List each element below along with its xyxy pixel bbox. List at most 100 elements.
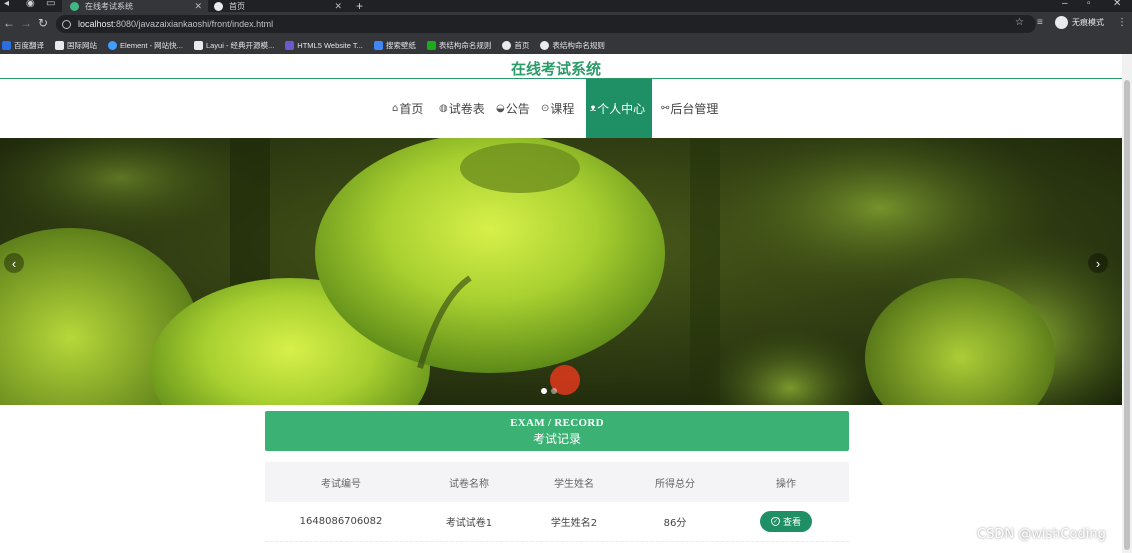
cell-action: ✓ 查看 bbox=[723, 511, 849, 532]
nav-item-notices[interactable]: ◒ 公告 bbox=[496, 79, 530, 138]
page-viewport: 在线考试系统 ⌂ 首页 ◍ 试卷表 ◒ 公告 ⊙ 课程 ᴥ 个人中心 ⚯ 后台管… bbox=[0, 54, 1132, 553]
cell-student-name: 学生姓名2 bbox=[550, 518, 598, 529]
globe-icon bbox=[214, 1, 223, 11]
bookmark-item[interactable]: 表结构命名规则 bbox=[540, 40, 605, 51]
nav-item-profile[interactable]: ᴥ 个人中心 bbox=[586, 79, 652, 138]
nav-label: 课程 bbox=[550, 102, 575, 116]
nav-label: 公告 bbox=[505, 102, 530, 116]
minimize-icon[interactable]: – bbox=[1062, 0, 1068, 9]
url-host: localhost bbox=[78, 19, 114, 29]
link-icon: ⚯ bbox=[661, 103, 670, 114]
bookmark-label: 表结构命名规则 bbox=[552, 40, 605, 50]
element-icon bbox=[108, 40, 117, 50]
bookmark-item[interactable]: 国际网站 bbox=[55, 40, 97, 51]
view-button[interactable]: ✓ 查看 bbox=[760, 511, 812, 532]
bookmark-label: 表结构命名规则 bbox=[438, 40, 492, 50]
page-scrollbar[interactable] bbox=[1122, 54, 1132, 553]
reload-icon[interactable]: ↻ bbox=[38, 16, 48, 30]
user-icon: ᴥ bbox=[590, 103, 597, 114]
bookmark-label: 首页 bbox=[514, 40, 530, 50]
bookmark-label: Layui - 经典开源模... bbox=[205, 40, 275, 50]
html5-icon bbox=[285, 40, 295, 50]
nav-item-courses[interactable]: ⊙ 课程 bbox=[541, 79, 574, 138]
translate-icon bbox=[2, 40, 11, 50]
incognito-badge[interactable]: 无痕模式 bbox=[1055, 16, 1104, 29]
bookmark-star-icon[interactable]: ☆ bbox=[1015, 17, 1024, 28]
bookmark-item[interactable]: Element - 网站快... bbox=[108, 40, 183, 51]
close-icon[interactable]: ✕ bbox=[334, 1, 342, 12]
section-header: EXAM / RECORD 考试记录 bbox=[265, 411, 849, 451]
bookmark-item[interactable]: Layui - 经典开源模... bbox=[193, 40, 275, 51]
column-header: 所得总分 bbox=[655, 478, 695, 490]
tab-title: 首页 bbox=[229, 1, 245, 11]
bookmark-label: 百度翻译 bbox=[14, 40, 44, 50]
info-icon[interactable] bbox=[62, 19, 71, 29]
cell-paper-name: 考试试卷1 bbox=[445, 518, 493, 529]
bookmark-label: Element - 网站快... bbox=[120, 40, 183, 50]
bookmark-item[interactable]: 表结构命名规则 bbox=[426, 40, 492, 51]
nav-item-home[interactable]: ⌂ 首页 bbox=[392, 79, 423, 138]
layui-icon bbox=[193, 40, 203, 50]
close-icon[interactable]: ✕ bbox=[194, 1, 202, 12]
bookmark-label: 搜索壁纸 bbox=[385, 40, 416, 50]
bookmark-item[interactable]: 首页 bbox=[502, 40, 529, 51]
globe-icon bbox=[540, 40, 550, 50]
back-icon[interactable]: ← bbox=[3, 16, 15, 30]
cell-score: 86分 bbox=[663, 518, 687, 529]
forward-icon[interactable]: → bbox=[20, 16, 32, 30]
column-header: 操作 bbox=[776, 478, 796, 490]
notice-icon: ◒ bbox=[496, 103, 505, 114]
nav-label: 首页 bbox=[399, 102, 424, 116]
bookmark-item[interactable]: 搜索壁纸 bbox=[373, 40, 416, 51]
csdn-watermark: CSDN @wishCoding bbox=[977, 527, 1106, 542]
nav-item-admin[interactable]: ⚯ 后台管理 bbox=[661, 79, 718, 138]
carousel-indicators bbox=[541, 388, 561, 394]
tab-exam-system[interactable]: 在线考试系统 ✕ bbox=[62, 0, 208, 12]
wallpaper-icon bbox=[373, 40, 383, 50]
tab-title: 在线考试系统 bbox=[85, 1, 133, 11]
maximize-icon[interactable]: ▫ bbox=[1087, 0, 1091, 9]
banner-carousel[interactable]: ‹ › bbox=[0, 138, 1122, 405]
more-menu-icon[interactable]: ⋮ bbox=[1117, 17, 1127, 28]
table-row: 1648086706082 考试试卷1 学生姓名2 86分 ✓ 查看 bbox=[265, 502, 849, 542]
bookmark-item[interactable]: 百度翻译 bbox=[2, 40, 44, 51]
tab-menu-icon[interactable]: ◂ bbox=[4, 0, 9, 9]
bookmark-label: HTML5 Website T... bbox=[297, 40, 363, 50]
carousel-dot[interactable] bbox=[551, 388, 557, 394]
tab-home[interactable]: 首页 ✕ bbox=[208, 0, 348, 12]
globe-icon bbox=[502, 40, 512, 50]
reading-list-icon[interactable]: ≡ bbox=[1037, 17, 1043, 28]
window-icon[interactable]: ▭ bbox=[46, 0, 55, 9]
bookmark-item[interactable]: HTML5 Website T... bbox=[285, 40, 363, 50]
carousel-prev-button[interactable]: ‹ bbox=[4, 253, 24, 273]
view-button-label: 查看 bbox=[782, 518, 801, 528]
nav-label: 个人中心 bbox=[597, 102, 646, 116]
shield-check-icon: ✓ bbox=[770, 517, 780, 526]
window-close-icon[interactable]: ✕ bbox=[1113, 0, 1121, 9]
home-icon: ⌂ bbox=[392, 103, 399, 114]
incognito-icon bbox=[1055, 16, 1068, 29]
section-title-cn: 考试记录 bbox=[532, 432, 581, 446]
site-title: 在线考试系统 bbox=[510, 60, 601, 78]
paper-icon: ◍ bbox=[439, 103, 448, 114]
table-header-row: 考试编号 试卷名称 学生姓名 所得总分 操作 bbox=[265, 462, 849, 502]
nav-item-papers[interactable]: ◍ 试卷表 bbox=[439, 79, 485, 138]
carousel-dot[interactable] bbox=[541, 388, 547, 394]
nav-label: 试卷表 bbox=[448, 102, 485, 116]
carousel-next-button[interactable]: › bbox=[1088, 253, 1108, 273]
scrollbar-thumb[interactable] bbox=[1124, 80, 1130, 550]
main-nav: ⌂ 首页 ◍ 试卷表 ◒ 公告 ⊙ 课程 ᴥ 个人中心 ⚯ 后台管理 bbox=[0, 79, 1122, 138]
section-title-en: EXAM / RECORD bbox=[510, 417, 604, 429]
cell-exam-id: 1648086706082 bbox=[299, 516, 383, 527]
nav-label: 后台管理 bbox=[670, 102, 719, 116]
bookmark-label: 国际网站 bbox=[67, 40, 97, 50]
course-icon: ⊙ bbox=[541, 103, 550, 114]
incognito-label: 无痕模式 bbox=[1072, 18, 1104, 27]
url-input[interactable]: localhost :8080/javazaixiankaoshi/front/… bbox=[56, 15, 1036, 33]
browser-tab-bar: ◂ ◉ ▭ 在线考试系统 ✕ 首页 ✕ + – ▫ ✕ bbox=[0, 0, 1132, 13]
column-header: 学生姓名 bbox=[554, 478, 594, 490]
doc-icon bbox=[426, 40, 436, 50]
exam-record-table: 考试编号 试卷名称 学生姓名 所得总分 操作 1648086706082 考试试… bbox=[265, 462, 849, 542]
address-bar: ← → ↻ localhost :8080/javazaixiankaoshi/… bbox=[0, 12, 1132, 36]
browser-logo-icon: ◉ bbox=[26, 0, 35, 9]
